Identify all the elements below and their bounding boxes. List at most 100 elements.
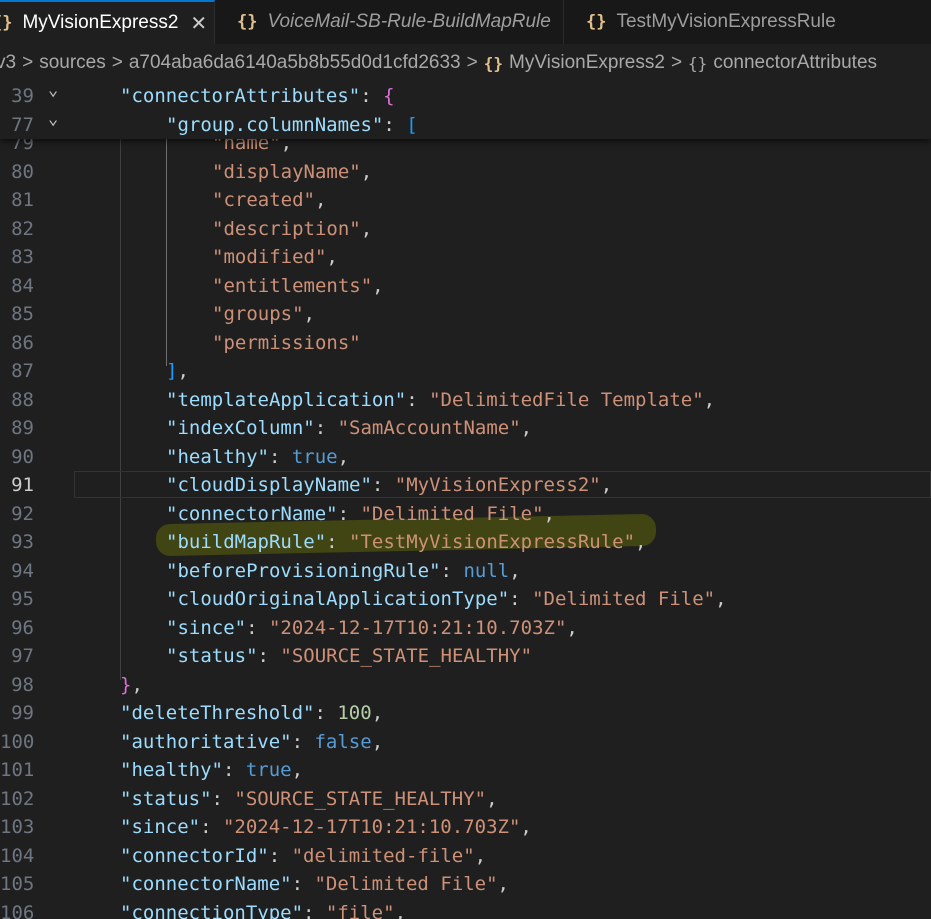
line-number: 106 (0, 901, 35, 919)
breadcrumb-item-file[interactable]: MyVisionExpress2 (509, 52, 665, 74)
code-line[interactable]: 85 "groups", (0, 300, 931, 329)
code-token: : (291, 873, 315, 895)
code-line[interactable]: 100 "authoritative": false, (0, 728, 931, 757)
code-token: "SOURCE_STATE_HEALTHY" (280, 645, 533, 667)
code-text: "deleteThreshold": 100, (120, 699, 383, 728)
json-file-icon: {} (586, 12, 607, 32)
code-token: "connectorName" (120, 873, 292, 895)
code-token: : (222, 759, 246, 781)
line-number: 96 (11, 616, 34, 639)
code-token: , (520, 816, 532, 838)
code-token: : (268, 844, 292, 867)
code-token: "indexColumn" (166, 417, 315, 439)
tab-voicemail-sb-rule-buildmaprule[interactable]: {} VoiceMail-SB-Rule-BuildMapRule (215, 0, 564, 44)
code-line[interactable]: 97 "status": "SOURCE_STATE_HEALTHY" (0, 642, 931, 671)
code-line[interactable]: 106 "connectionType": "file", (0, 899, 931, 919)
code-token: , (372, 274, 384, 297)
code-text: "since": "2024-12-17T10:21:10.703Z", (166, 614, 578, 643)
code-line[interactable]: 80 "displayName", (0, 158, 931, 187)
line-number: 80 (11, 160, 34, 183)
code-line[interactable]: 101 "healthy": true, (0, 756, 931, 785)
code-line[interactable]: 82 "description", (0, 215, 931, 244)
code-line[interactable]: 99 "deleteThreshold": 100, (0, 699, 931, 728)
code-line[interactable]: 94 "beforeProvisioningRule": null, (0, 557, 931, 586)
code-token: "group.columnNames" (166, 113, 384, 136)
breadcrumb-item-source-id[interactable]: a704aba6da6140a5b8b55d0d1cfd2633 (129, 52, 461, 74)
line-number: 94 (11, 559, 34, 582)
code-text: "group.columnNames": [ (166, 111, 418, 140)
json-file-icon: {} (237, 12, 258, 32)
line-number: 98 (11, 673, 34, 696)
code-token: : (371, 474, 395, 496)
code-token: , (314, 189, 327, 211)
code-token: , (486, 787, 498, 810)
chevron-down-icon[interactable]: ⌄ (48, 82, 58, 105)
code-text: "healthy": true, (120, 756, 303, 785)
code-line[interactable]: 93 "buildMapRule": "TestMyVisionExpressRu… (0, 528, 931, 557)
sticky-scroll-header[interactable]: 39 ⌄ "connectorAttributes": {77 ⌄ "group.col… (0, 82, 931, 139)
code-line[interactable]: 83 "modified", (0, 243, 931, 272)
code-token: "modified" (212, 246, 327, 268)
code-token: "connectorAttributes" (120, 85, 361, 107)
code-line[interactable]: 90 "healthy": true, (0, 443, 931, 472)
code-line[interactable]: 92 "connectorName": "Delimited File", (0, 500, 931, 529)
code-token: , (703, 388, 716, 411)
code-token: , (360, 217, 373, 240)
code-line[interactable]: 84 "entitlements", (0, 272, 931, 301)
code-line[interactable]: 81 "created", (0, 186, 931, 215)
code-line[interactable]: 89 "indexColumn": "SamAccountName", (0, 414, 931, 443)
breadcrumb-item-symbol[interactable]: connectorAttributes (713, 52, 877, 74)
line-number: 77 (11, 113, 34, 136)
code-token: : (291, 730, 315, 753)
code-text: "authoritative": false, (120, 728, 383, 757)
code-token: "file" (325, 901, 395, 919)
code-token: : (303, 901, 326, 919)
code-line[interactable]: 95 "cloudOriginalApplicationType": "Delim… (0, 585, 931, 614)
code-line[interactable]: 102 "status": "SOURCE_STATE_HEALTHY", (0, 785, 931, 814)
breadcrumb-item[interactable]: v3 (0, 52, 16, 74)
code-token: "cloudDisplayName" (166, 474, 372, 496)
code-token: , (177, 360, 189, 382)
code-line[interactable]: 96 "since": "2024-12-17T10:21:10.703Z", (0, 614, 931, 643)
code-line[interactable]: 91 "cloudDisplayName": "MyVisionExpress2"… (0, 471, 931, 500)
chevron-down-icon[interactable]: ⌄ (48, 105, 58, 134)
sticky-code-line[interactable]: 77 ⌄ "group.columnNames": [ (0, 109, 931, 140)
code-token: "status" (166, 645, 258, 667)
code-token: "since" (166, 616, 247, 639)
code-token: "Delimited File" (360, 502, 544, 525)
breadcrumb-item-sources[interactable]: sources (39, 52, 106, 74)
code-text: "groups", (212, 300, 315, 329)
tab-myvisionexpress2[interactable]: {} MyVisionExpress2 ✕ (0, 0, 215, 44)
code-line[interactable]: 103 "since": "2024-12-17T10:21:10.703Z", (0, 813, 931, 842)
code-token: : (268, 445, 292, 468)
code-token: "connectionType" (120, 901, 304, 919)
line-number: 95 (11, 588, 34, 610)
code-token: "status" (120, 787, 212, 810)
code-token: : (326, 531, 350, 553)
code-line[interactable]: 104 "connectorId": "delimited-file", (0, 842, 931, 871)
code-text: "connectorName": "Delimited File", (166, 500, 555, 529)
code-line[interactable]: 87], (0, 357, 931, 386)
line-number: 105 (0, 873, 35, 895)
code-line[interactable]: 86 "permissions" (0, 329, 931, 358)
code-editor[interactable]: 79 "name", 80 "displayName", 81 "created", 82 "… (0, 82, 931, 919)
line-number: 102 (0, 787, 35, 810)
tab-testmyvisionexpressrule[interactable]: {} TestMyVisionExpressRule (564, 0, 931, 44)
editor-tab-bar: {} MyVisionExpress2 ✕ {} VoiceMail-SB-Ru… (0, 0, 931, 45)
code-line[interactable]: 98}, (0, 671, 931, 700)
code-token: 100 (337, 702, 372, 724)
code-token: : (257, 645, 281, 667)
line-number: 87 (11, 360, 34, 382)
code-token: "buildMapRule" (166, 531, 327, 553)
code-text: "cloudDisplayName": "MyVisionExpress2", (166, 471, 612, 500)
line-number: 82 (11, 217, 34, 240)
tab-label: MyVisionExpress2 (22, 12, 179, 33)
code-token: , (291, 759, 304, 781)
line-number: 100 (0, 730, 35, 753)
sticky-code-line[interactable]: 39 ⌄ "connectorAttributes": { (0, 82, 931, 111)
close-icon[interactable]: ✕ (190, 11, 207, 36)
code-line[interactable]: 105 "connectorName": "Delimited File", (0, 870, 931, 899)
code-token: , (497, 873, 509, 895)
code-line[interactable]: 88 "templateApplication": "DelimitedFile … (0, 386, 931, 415)
code-token: : (360, 85, 384, 107)
